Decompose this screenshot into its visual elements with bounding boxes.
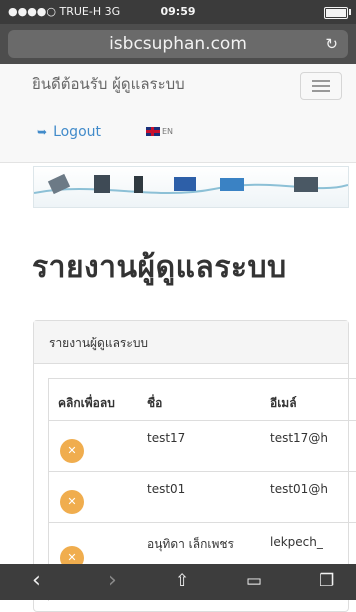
menu-toggle-button[interactable] <box>300 72 342 100</box>
panel-heading: รายงานผู้ดูแลระบบ <box>34 321 348 364</box>
sign-out-icon: ➥ <box>37 125 48 139</box>
url-field[interactable]: isbcsuphan.com <box>8 30 348 58</box>
uk-flag-icon <box>146 127 160 136</box>
panel-heading-text: รายงานผู้ดูแลระบบ <box>49 336 149 350</box>
tabs-icon[interactable]: ❐ <box>319 568 334 594</box>
hamburger-icon <box>312 80 330 82</box>
chevron-right-icon[interactable]: › <box>108 568 117 594</box>
reload-icon[interactable]: ↻ <box>325 35 338 53</box>
header-email: อีเมล์ <box>270 396 297 410</box>
user-email: test17@h <box>270 431 328 445</box>
address-bar: isbcsuphan.com ↻ <box>0 24 356 64</box>
header-name: ชื่อ <box>147 396 163 410</box>
chevron-left-icon[interactable]: ‹ <box>32 568 41 594</box>
language-label: EN <box>162 127 174 136</box>
hamburger-line <box>312 90 330 92</box>
hamburger-line <box>312 85 330 87</box>
logout-label: Logout <box>53 124 101 140</box>
user-name: test17 <box>147 431 186 445</box>
status-bar: ●●●●○ TRUE-H 3G 09:59 <box>0 0 356 24</box>
table-header-row: คลิกเพื่อลบ ชื่อ อีเมล์ <box>49 379 356 421</box>
site-navbar: ยินดีต้อนรับ ผู้ดูแลระบบ ➥ Logout EN <box>0 64 356 163</box>
browser-toolbar: ‹ › ⇧ ▭ ❐ <box>0 564 356 600</box>
page-title: รายงานผู้ดูแลระบบ <box>32 250 287 285</box>
user-name: test01 <box>147 482 186 496</box>
welcome-text: ยินดีต้อนรับ ผู้ดูแลระบบ <box>32 75 185 93</box>
header-delete: คลิกเพื่อลบ <box>58 396 115 410</box>
battery-icon <box>324 7 348 19</box>
delete-button[interactable]: ✕ <box>60 439 84 463</box>
table-row: ✕ test17 test17@h <box>49 421 356 472</box>
battery-tip <box>349 9 351 15</box>
language-switch[interactable]: EN <box>146 127 173 136</box>
device-banner <box>33 166 349 208</box>
user-email: test01@h <box>270 482 328 496</box>
device-banner-graphic <box>34 173 348 195</box>
clock: 09:59 <box>160 5 196 18</box>
table-row: ✕ test01 test01@h <box>49 472 356 523</box>
logout-link[interactable]: ➥ Logout <box>37 124 101 140</box>
book-icon[interactable]: ▭ <box>246 568 262 594</box>
user-email: lekpech_ <box>270 535 323 549</box>
share-icon[interactable]: ⇧ <box>175 568 189 594</box>
user-name: อนุทิดา เล็กเพชร <box>147 537 234 551</box>
delete-button[interactable]: ✕ <box>60 490 84 514</box>
